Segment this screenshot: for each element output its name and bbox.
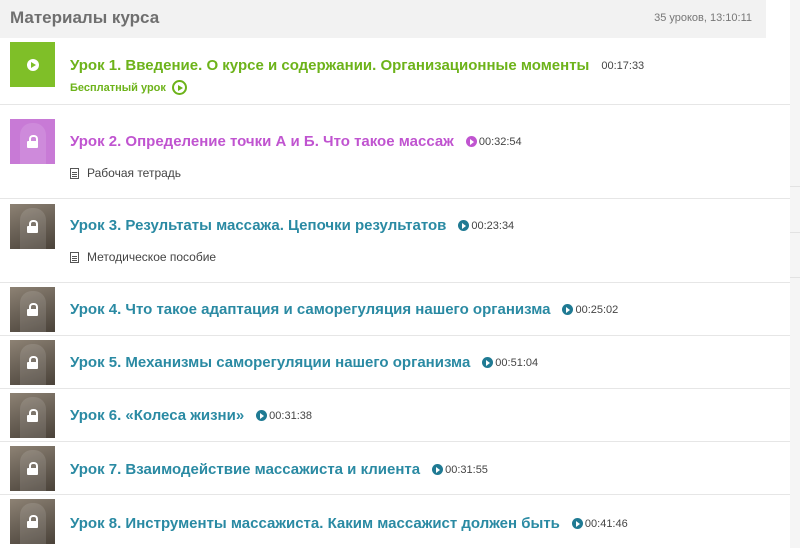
play-icon — [562, 304, 574, 315]
play-circle-icon[interactable] — [171, 80, 187, 95]
lesson-item[interactable]: Урок 2. Определение точки А и Б. Что так… — [0, 105, 790, 199]
play-icon — [482, 357, 494, 368]
course-materials-header: Материалы курса 35 уроков, 13:10:11 — [0, 0, 766, 38]
lesson-item[interactable]: Урок 4. Что такое адаптация и саморегуля… — [0, 283, 790, 336]
play-icon — [432, 464, 444, 475]
lock-icon — [27, 356, 38, 369]
lesson-duration: 00:17:33 — [601, 59, 645, 72]
lesson-thumbnail[interactable] — [10, 287, 55, 332]
lesson-thumbnail[interactable] — [10, 340, 55, 385]
lesson-duration: 00:31:55 — [445, 463, 488, 476]
lesson-duration: 00:25:02 — [575, 303, 619, 316]
lesson-material-link[interactable]: Рабочая тетрадь — [70, 166, 181, 180]
lesson-title-link[interactable]: Урок 6. «Колеса жизни» — [70, 407, 244, 424]
material-label: Рабочая тетрадь — [87, 166, 182, 180]
lesson-title-link[interactable]: Урок 1. Введение. О курсе и содержании. … — [70, 57, 589, 74]
section-title: Материалы курса — [10, 8, 160, 27]
lesson-thumbnail[interactable] — [10, 42, 55, 87]
lock-icon — [27, 462, 38, 475]
free-lesson-label[interactable]: Бесплатный урок — [70, 82, 166, 94]
play-icon — [458, 220, 470, 231]
material-label: Методическое пособие — [87, 250, 217, 264]
lesson-title-link[interactable]: Урок 2. Определение точки А и Б. Что так… — [70, 133, 454, 150]
lock-icon — [27, 220, 38, 233]
lesson-item[interactable]: Урок 8. Инструменты массажиста. Каким ма… — [0, 495, 790, 548]
lesson-item[interactable]: Урок 1. Введение. О курсе и содержании. … — [0, 38, 790, 105]
adjacent-panel-edge — [790, 0, 800, 548]
lesson-item[interactable]: Урок 7. Взаимодействие массажиста и клие… — [0, 442, 790, 495]
lock-icon — [27, 409, 38, 422]
lesson-duration: 00:32:54 — [478, 135, 522, 148]
play-icon — [256, 410, 268, 421]
lock-icon — [27, 135, 38, 148]
lesson-title-link[interactable]: Урок 4. Что такое адаптация и саморегуля… — [70, 301, 550, 318]
play-icon — [571, 518, 583, 529]
lock-icon — [27, 515, 38, 528]
lesson-thumbnail[interactable] — [10, 446, 55, 491]
lesson-item[interactable]: Урок 6. «Колеса жизни» 00:31:38 — [0, 389, 790, 442]
lesson-duration: 00:51:04 — [495, 356, 539, 369]
lesson-thumbnail[interactable] — [10, 204, 55, 249]
lesson-thumbnail[interactable] — [10, 119, 55, 164]
lesson-title-link[interactable]: Урок 8. Инструменты массажиста. Каким ма… — [70, 515, 560, 532]
play-icon — [26, 58, 39, 71]
lesson-duration: 00:31:38 — [269, 409, 312, 422]
lesson-material-link[interactable]: Методическое пособие — [70, 250, 216, 264]
lesson-duration: 00:41:46 — [584, 517, 628, 530]
play-icon — [465, 136, 477, 147]
lesson-item[interactable]: Урок 5. Механизмы саморегуляции нашего о… — [0, 336, 790, 389]
lesson-duration: 00:23:34 — [471, 219, 515, 232]
lesson-title-link[interactable]: Урок 7. Взаимодействие массажиста и клие… — [70, 461, 420, 478]
lesson-title-link[interactable]: Урок 3. Результаты массажа. Цепочки резу… — [70, 217, 446, 234]
lock-icon — [27, 303, 38, 316]
lesson-title-link[interactable]: Урок 5. Механизмы саморегуляции нашего о… — [70, 354, 470, 371]
document-icon — [70, 251, 79, 263]
lesson-thumbnail[interactable] — [10, 499, 55, 544]
document-icon — [70, 167, 79, 179]
lesson-thumbnail[interactable] — [10, 393, 55, 438]
lesson-item[interactable]: Урок 3. Результаты массажа. Цепочки резу… — [0, 199, 790, 283]
course-summary: 35 уроков, 13:10:11 — [654, 12, 752, 24]
